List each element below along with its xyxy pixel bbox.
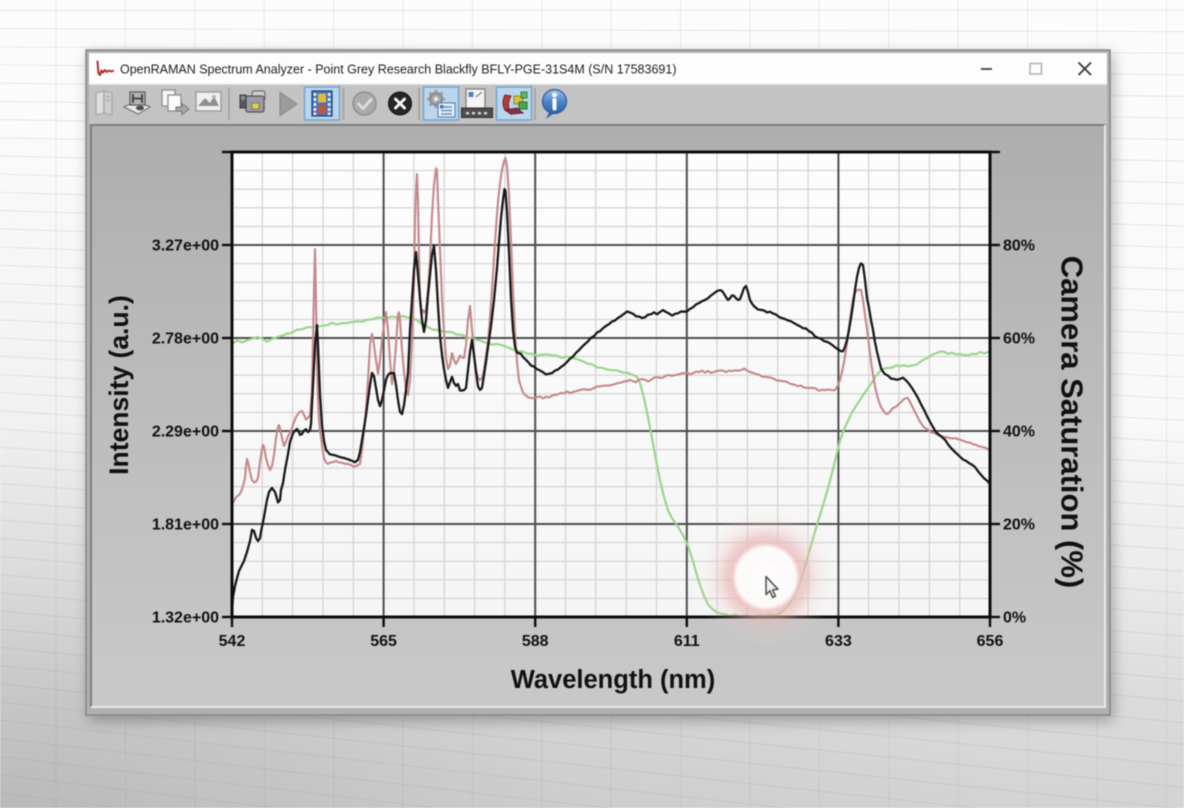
svg-text:Wavelength (nm): Wavelength (nm) xyxy=(511,666,715,694)
svg-text:588: 588 xyxy=(522,633,549,650)
svg-text:Camera Saturation (%): Camera Saturation (%) xyxy=(1055,256,1090,588)
svg-text:20%: 20% xyxy=(1003,517,1035,534)
svg-text:3.27e+00: 3.27e+00 xyxy=(152,238,219,255)
svg-text:633: 633 xyxy=(825,633,852,650)
svg-text:656: 656 xyxy=(977,633,1004,650)
svg-text:1.81e+00: 1.81e+00 xyxy=(152,517,219,534)
svg-text:542: 542 xyxy=(219,633,246,650)
svg-text:2.29e+00: 2.29e+00 xyxy=(152,424,219,441)
svg-text:0%: 0% xyxy=(1003,610,1026,627)
svg-text:60%: 60% xyxy=(1003,331,1035,348)
svg-text:2.78e+00: 2.78e+00 xyxy=(152,331,219,348)
svg-text:565: 565 xyxy=(370,633,397,650)
svg-text:611: 611 xyxy=(674,633,700,650)
svg-text:40%: 40% xyxy=(1003,424,1035,441)
svg-text:1.32e+00: 1.32e+00 xyxy=(152,610,219,627)
svg-text:80%: 80% xyxy=(1003,238,1035,255)
svg-text:Intensity (a.u.): Intensity (a.u.) xyxy=(104,295,134,475)
svg-text:OpenRAMAN Spectrum Analyzer -: OpenRAMAN Spectrum Analyzer - Point Grey… xyxy=(120,63,676,77)
